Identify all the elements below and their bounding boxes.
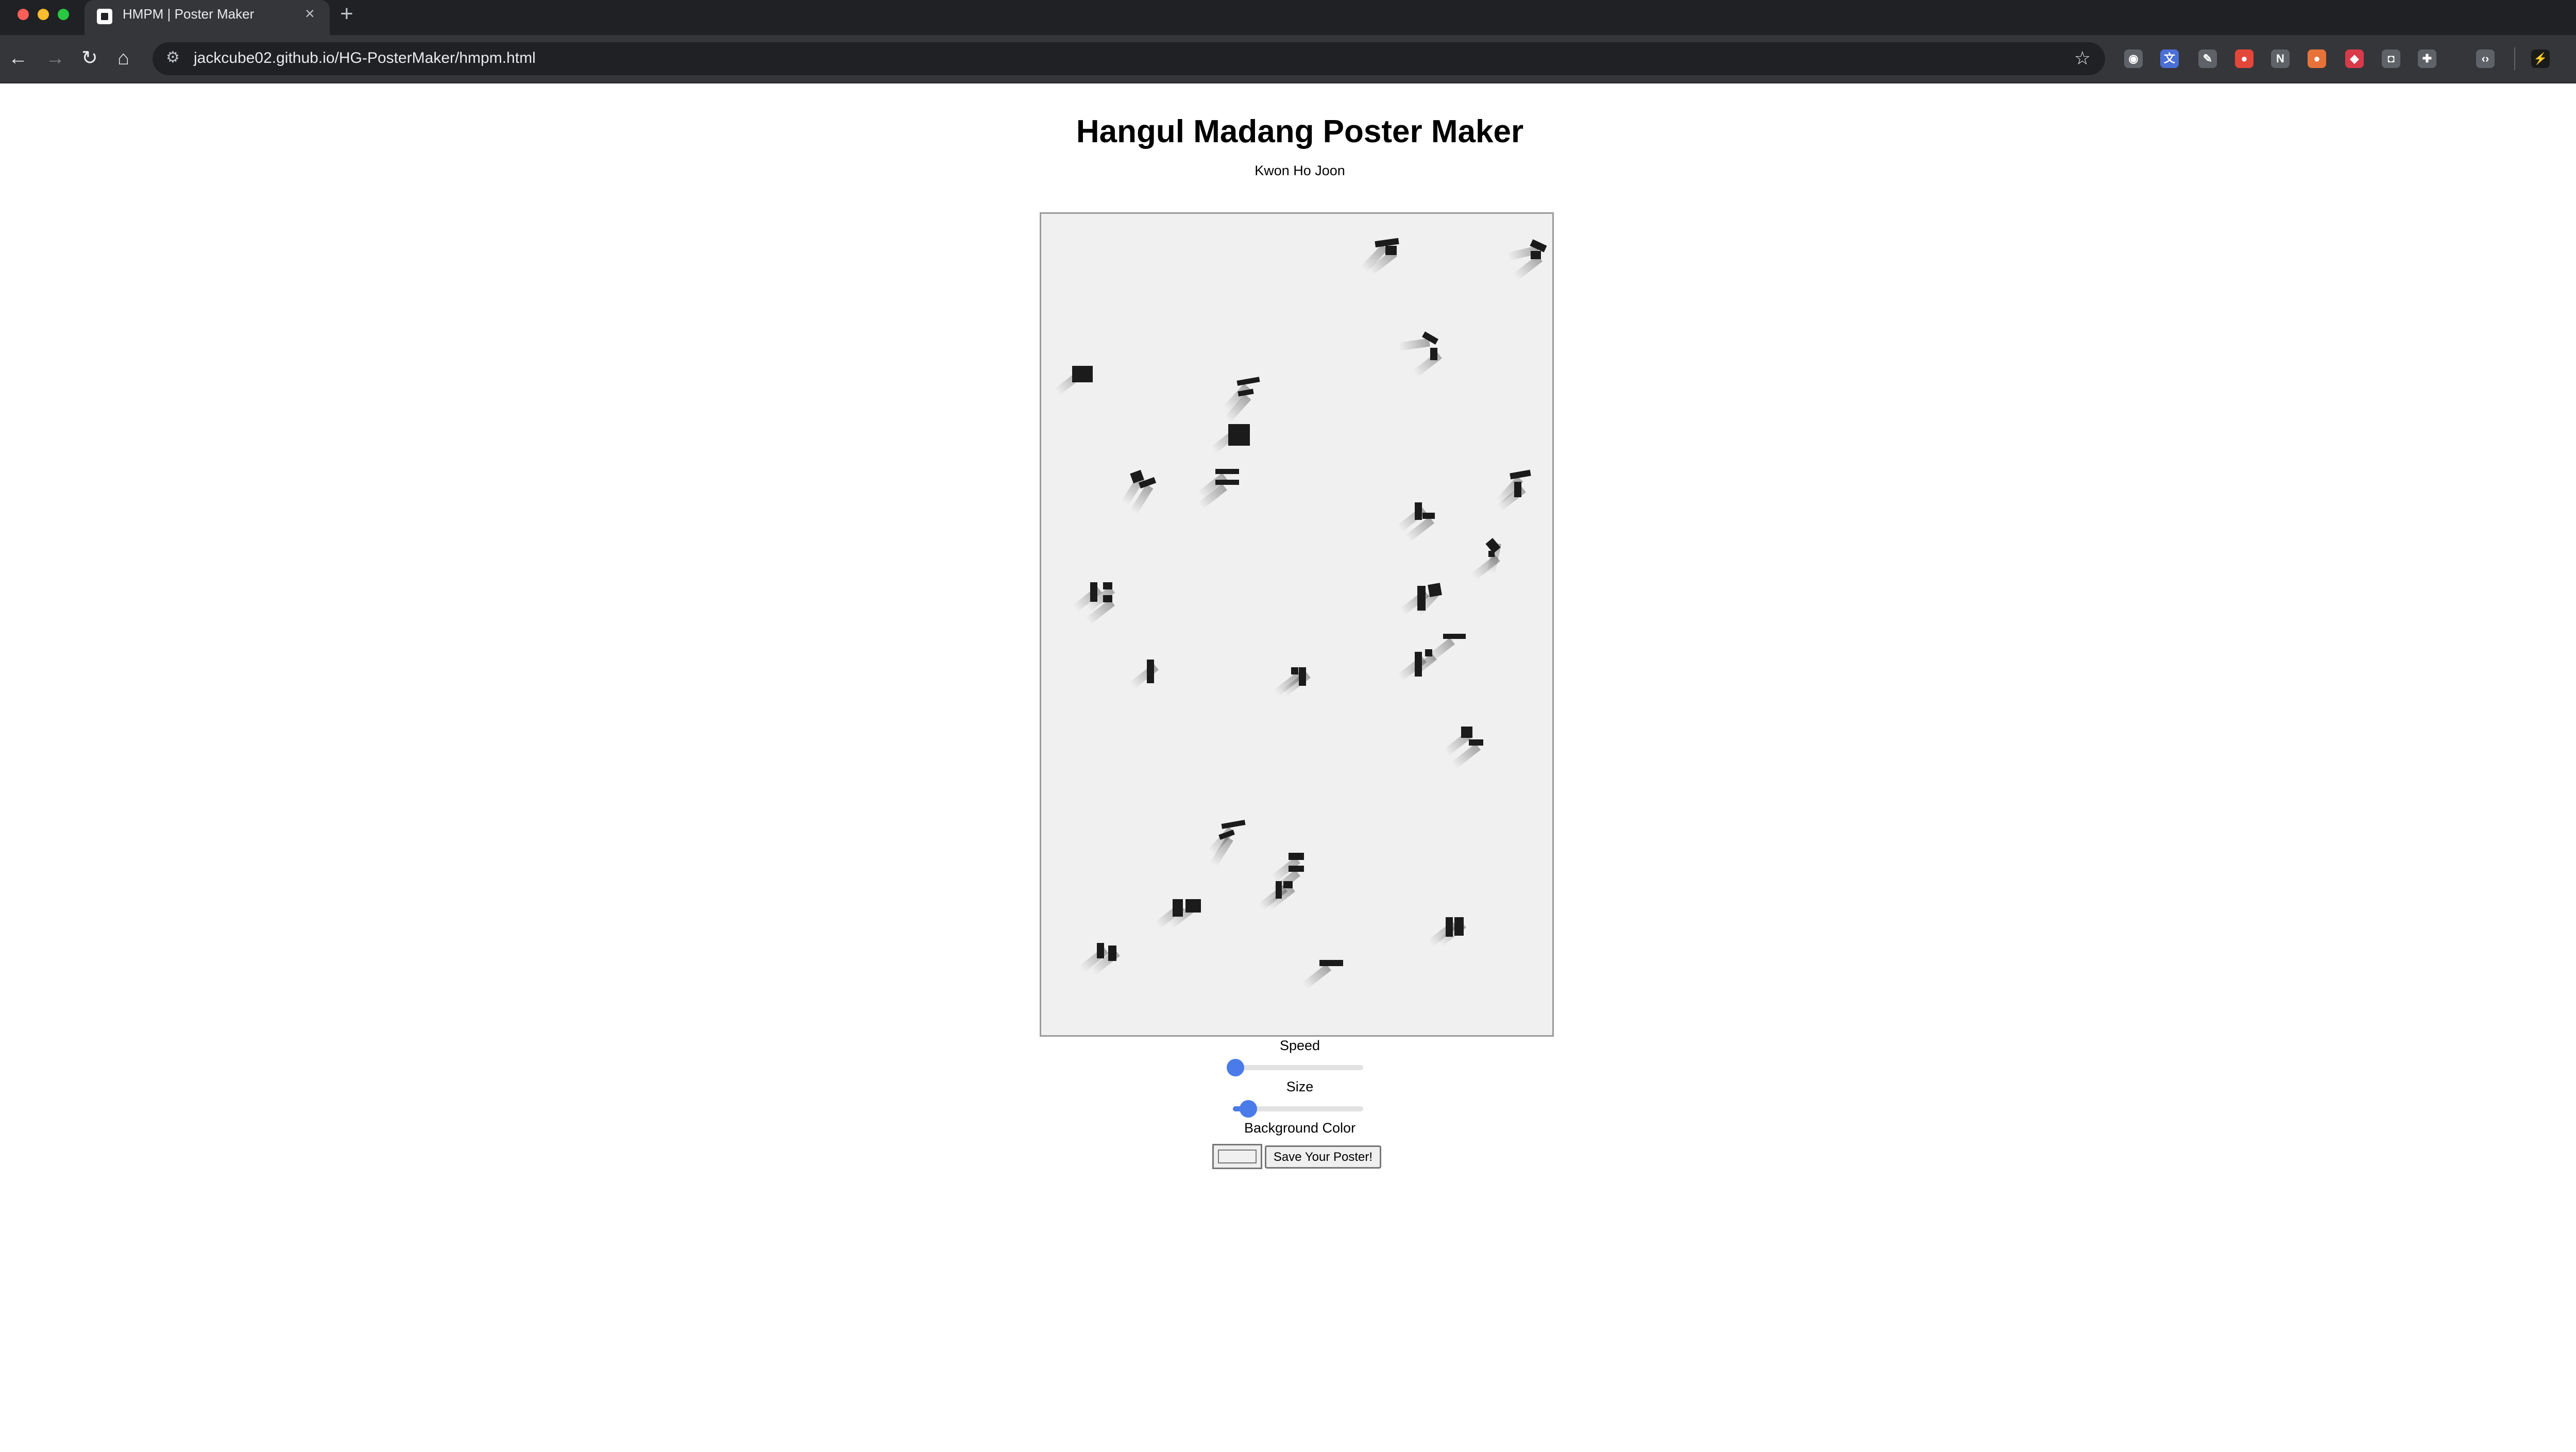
author-name: Kwon Ho Joon <box>1255 163 1345 178</box>
poster-glyph-fragment <box>1385 246 1397 255</box>
browser-tab-bar: HMPM | Poster Maker × + ⌄ <box>0 0 2576 35</box>
site-info-icon[interactable]: ⚙ <box>166 48 180 66</box>
poster-glyph-fragment <box>1228 424 1250 446</box>
browser-toolbar: ← → ↻ ⌂ ⚙ jackcube02.github.io/HG-Poster… <box>0 35 2576 83</box>
speed-slider-thumb[interactable] <box>1227 1059 1245 1076</box>
poster-glyph-fragment <box>1103 595 1112 602</box>
poster-glyph-fragment <box>1425 649 1432 656</box>
forward-icon[interactable]: → <box>45 46 65 70</box>
poster-glyph-fragment <box>1454 917 1464 936</box>
tab-search-icon[interactable]: ⌄ <box>2573 7 2576 25</box>
poster-glyph-fragment <box>1510 469 1531 480</box>
background-color-swatch <box>1218 1150 1257 1163</box>
background-color-label: Background Color <box>1244 1120 1356 1136</box>
close-window-button[interactable] <box>18 9 29 20</box>
back-icon[interactable]: ← <box>8 46 28 70</box>
tab-title: HMPM | Poster Maker <box>123 6 255 22</box>
poster-glyph-fragment <box>1289 866 1304 872</box>
poster-glyph-fragment <box>1488 551 1495 557</box>
notion-icon[interactable]: N <box>2271 49 2290 68</box>
poster-glyph-fragment <box>1215 469 1239 474</box>
code-icon[interactable]: ‹› <box>2476 49 2495 68</box>
profile-icon[interactable]: ⚡ <box>2531 49 2550 68</box>
poster-glyph-fragment <box>1422 331 1438 345</box>
poster-glyph-fragment <box>1514 482 1521 497</box>
speed-slider[interactable] <box>1227 1058 1363 1077</box>
size-slider-thumb[interactable] <box>1240 1100 1258 1118</box>
pen-icon[interactable]: ✎ <box>2198 49 2217 68</box>
shield-icon[interactable]: ◆ <box>2345 49 2364 68</box>
poster-glyph-fragment <box>1291 667 1298 674</box>
speed-slider-track <box>1233 1065 1363 1070</box>
reload-icon[interactable]: ↻ <box>81 46 98 70</box>
bookmark-star-icon[interactable]: ☆ <box>2074 47 2091 69</box>
poster-glyph-fragment <box>1215 480 1239 485</box>
speed-label: Speed <box>1279 1038 1320 1053</box>
poster-glyph-fragment <box>1236 377 1260 386</box>
poster-glyph-fragment <box>1319 960 1343 966</box>
poster-glyph-fragment <box>1531 251 1541 259</box>
poster-glyph-fragment <box>1185 899 1201 913</box>
poster-glyph-fragment <box>1443 634 1466 639</box>
site-favicon-icon <box>97 9 112 24</box>
poster-glyph-fragment <box>1461 727 1472 738</box>
browser-menu-icon[interactable]: ⋮ <box>2571 46 2576 70</box>
poster-glyph-fragment <box>1283 881 1293 888</box>
background-color-picker[interactable] <box>1212 1144 1262 1169</box>
poster-glyph-fragment <box>1097 943 1104 958</box>
poster-canvas[interactable] <box>1040 212 1554 1037</box>
poster-glyph-fragment <box>1422 513 1435 519</box>
tab-close-icon[interactable]: × <box>305 4 315 23</box>
poster-glyph-fragment <box>1221 820 1246 829</box>
poster-glyph-fragment <box>1530 239 1547 252</box>
poster-glyph-fragment <box>1430 348 1437 360</box>
toolbar-divider <box>2514 47 2515 70</box>
new-tab-icon[interactable]: + <box>340 1 353 27</box>
minimize-window-button[interactable] <box>38 9 49 20</box>
size-label: Size <box>1286 1079 1314 1094</box>
poster-glyph-fragment <box>1428 583 1442 597</box>
poster-glyph-fragment <box>1103 582 1112 589</box>
save-poster-button[interactable]: Save Your Poster! <box>1265 1145 1381 1169</box>
poster-glyph-fragment <box>1072 366 1093 382</box>
page-viewport: Hangul Madang Poster Maker Kwon Ho Joon … <box>0 83 2576 1452</box>
screenshot-icon[interactable]: ◉ <box>2124 49 2143 68</box>
home-icon[interactable]: ⌂ <box>117 46 129 70</box>
url-text[interactable]: jackcube02.github.io/HG-PosterMaker/hmpm… <box>194 49 536 67</box>
poster-glyph-fragment <box>1108 946 1116 961</box>
camera-icon[interactable]: ◘ <box>2382 49 2400 68</box>
flame-icon[interactable]: ● <box>2235 49 2253 68</box>
page-title: Hangul Madang Poster Maker <box>1076 114 1524 149</box>
poster-glyph-fragment <box>1147 660 1154 683</box>
address-bar[interactable]: ⚙ jackcube02.github.io/HG-PosterMaker/hm… <box>152 42 2105 75</box>
translate-icon[interactable]: 文 <box>2160 49 2179 68</box>
fox-icon[interactable]: ● <box>2308 49 2326 68</box>
maximize-window-button[interactable] <box>58 9 69 20</box>
puzzle-icon[interactable]: ✚ <box>2418 49 2436 68</box>
poster-glyph-fragment <box>1415 502 1422 520</box>
browser-tab-active[interactable]: HMPM | Poster Maker × <box>84 0 330 35</box>
size-slider[interactable] <box>1233 1100 1363 1118</box>
poster-glyph-fragment <box>1469 739 1483 746</box>
poster-glyph-fragment <box>1289 853 1304 860</box>
